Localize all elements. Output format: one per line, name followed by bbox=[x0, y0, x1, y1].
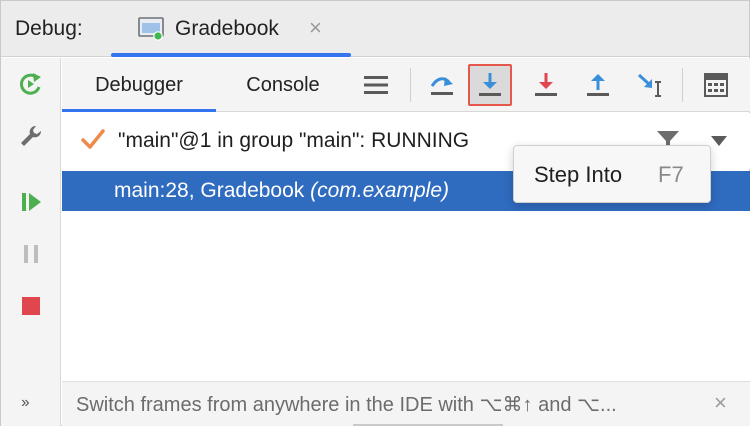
close-hint-icon[interactable]: × bbox=[714, 390, 727, 416]
wrench-icon bbox=[21, 125, 42, 146]
toolbar-separator bbox=[410, 68, 411, 102]
frames-list-area bbox=[62, 211, 750, 381]
step-into-tooltip: Step Into F7 bbox=[513, 145, 711, 203]
tooltip-shortcut: F7 bbox=[658, 162, 684, 187]
settings-button[interactable] bbox=[15, 120, 47, 152]
step-into-icon bbox=[479, 73, 501, 96]
stack-frame-label: main:28, Gradebook (com.example) bbox=[114, 179, 449, 203]
pause-icon bbox=[24, 245, 38, 263]
layout-menu-button[interactable] bbox=[354, 64, 398, 106]
step-over-icon bbox=[430, 77, 453, 95]
close-tab-icon[interactable]: × bbox=[309, 15, 322, 41]
stack-frame-method: main:28, Gradebook bbox=[114, 179, 311, 202]
debugger-toolbar: Debugger Console bbox=[62, 58, 750, 112]
session-tab-gradebook[interactable]: Gradebook × bbox=[111, 1, 351, 57]
application-window-icon bbox=[138, 17, 164, 41]
step-over-button[interactable] bbox=[420, 64, 464, 106]
thread-status: "main"@1 in group "main": RUNNING bbox=[118, 129, 470, 152]
evaluate-expression-icon bbox=[704, 73, 728, 97]
hamburger-menu-icon bbox=[364, 76, 388, 94]
rerun-button[interactable] bbox=[15, 68, 47, 100]
more-actions-icon[interactable]: ›› bbox=[21, 394, 30, 412]
resume-icon bbox=[22, 193, 41, 211]
left-action-toolbar: ›› bbox=[1, 58, 61, 426]
active-tab-underline bbox=[62, 109, 216, 112]
debug-tool-window: Debug: Gradebook × ›› Debugger Console "… bbox=[0, 0, 750, 426]
force-step-into-button[interactable] bbox=[524, 64, 568, 106]
step-into-button[interactable] bbox=[468, 64, 512, 106]
force-step-into-icon bbox=[535, 73, 557, 96]
tab-console[interactable]: Console bbox=[226, 58, 340, 112]
debug-tab-bar: Debug: Gradebook × bbox=[1, 1, 749, 57]
step-out-button[interactable] bbox=[576, 64, 620, 106]
resume-button[interactable] bbox=[15, 186, 47, 218]
stop-icon bbox=[22, 297, 40, 315]
step-out-icon bbox=[587, 74, 609, 96]
hint-text: Switch frames from anywhere in the IDE w… bbox=[76, 394, 617, 416]
tab-debugger-label: Debugger bbox=[95, 73, 183, 96]
session-tab-title: Gradebook bbox=[175, 17, 279, 40]
rerun-icon bbox=[19, 73, 41, 95]
hint-banner: Switch frames from anywhere in the IDE w… bbox=[62, 381, 750, 426]
tooltip-label: Step Into bbox=[534, 162, 623, 187]
evaluate-expression-button[interactable] bbox=[694, 64, 738, 106]
chevron-down-icon[interactable] bbox=[710, 135, 728, 147]
run-to-cursor-icon bbox=[637, 73, 661, 97]
toolbar-separator bbox=[682, 68, 683, 102]
stack-frame-package: (com.example) bbox=[310, 179, 449, 202]
stop-button[interactable] bbox=[15, 290, 47, 322]
pause-button[interactable] bbox=[15, 238, 47, 270]
active-tab-underline bbox=[111, 53, 351, 57]
checkmark-icon bbox=[81, 129, 105, 149]
tab-console-label: Console bbox=[246, 73, 320, 96]
debug-label: Debug: bbox=[15, 17, 83, 40]
run-to-cursor-button[interactable] bbox=[628, 64, 672, 106]
tab-debugger[interactable]: Debugger bbox=[62, 58, 216, 112]
